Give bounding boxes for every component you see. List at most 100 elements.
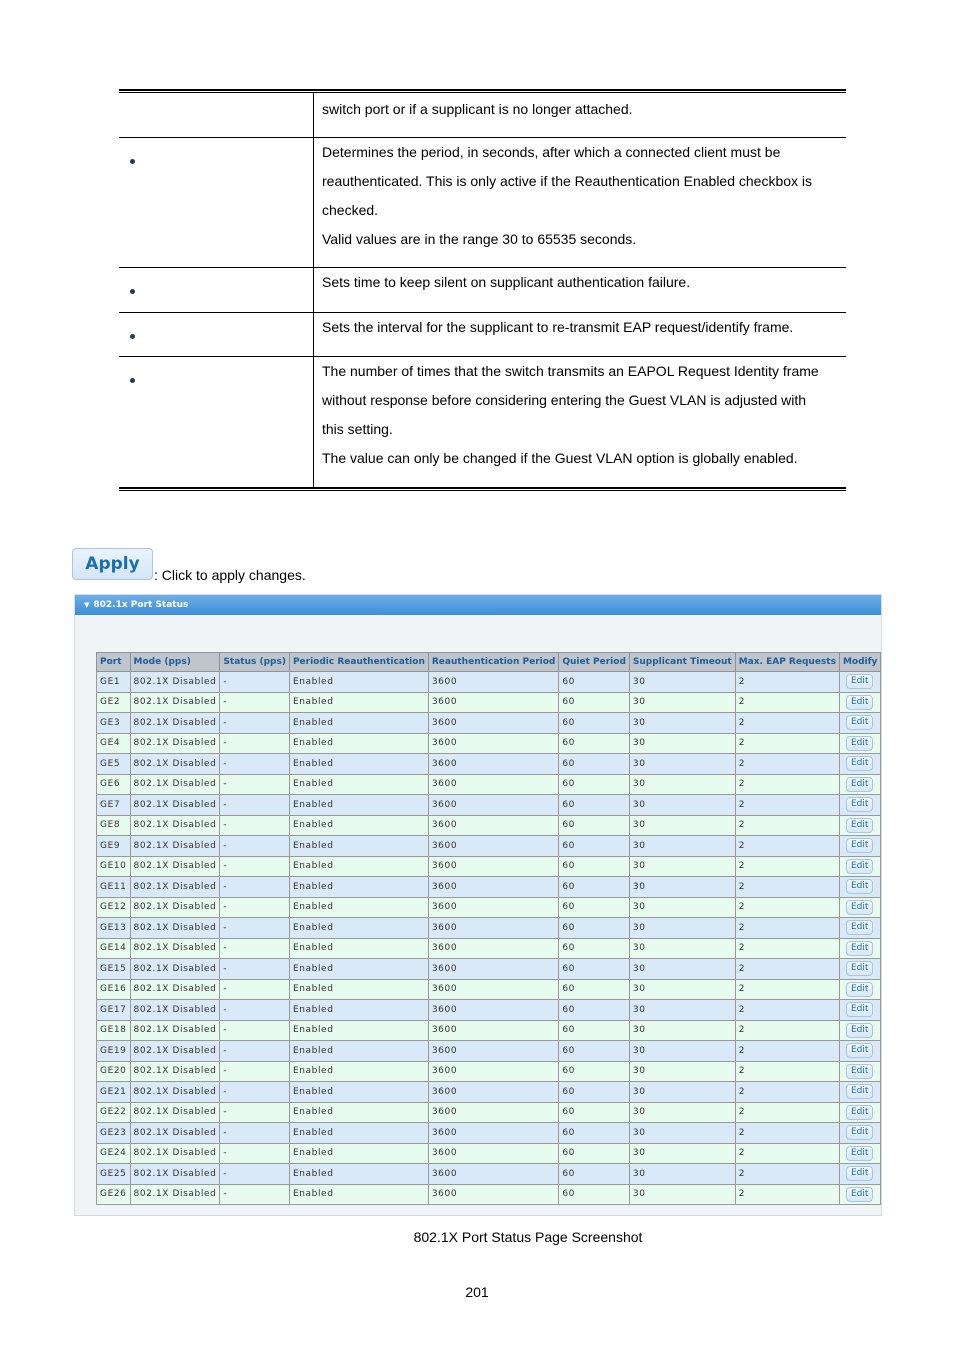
table-row: GE19 802.1X Disabled - Enabled 3600 60 30 2 Edit: [96, 1040, 882, 1062]
table-cell: GE13: [96, 917, 131, 939]
edit-button[interactable]: Edit: [845, 715, 874, 731]
table-cell: -: [219, 1163, 290, 1185]
table-cell: 30: [628, 1060, 736, 1082]
parameter-cell: [119, 93, 314, 137]
table-cell: 2: [734, 1019, 840, 1041]
table-cell: GE8: [96, 814, 131, 836]
edit-button[interactable]: Edit: [845, 1186, 874, 1202]
edit-button[interactable]: Edit: [845, 1002, 874, 1018]
column-header[interactable]: Port: [96, 652, 131, 672]
table-cell: -: [219, 753, 290, 775]
table-cell: 2: [734, 937, 840, 959]
table-cell: 802.1X Disabled: [129, 691, 221, 713]
column-header[interactable]: Supplicant Timeout: [628, 652, 736, 672]
description-line: switch port or if a supplicant is no lon…: [322, 101, 633, 117]
edit-button[interactable]: Edit: [845, 1104, 874, 1120]
table-cell: 2: [734, 958, 840, 980]
table-row: GE11 802.1X Disabled - Enabled 3600 60 30 2 Edit: [96, 876, 882, 898]
table-cell: 802.1X Disabled: [129, 917, 221, 939]
table-cell: 60: [558, 876, 630, 898]
table-cell: 3600: [427, 712, 560, 734]
edit-button[interactable]: Edit: [845, 1084, 874, 1100]
edit-button[interactable]: Edit: [845, 674, 874, 690]
column-header[interactable]: Max. EAP Requests: [734, 652, 840, 672]
modify-cell: Edit: [838, 671, 882, 693]
edit-button[interactable]: Edit: [845, 776, 874, 792]
edit-button[interactable]: Edit: [845, 879, 874, 895]
edit-button[interactable]: Edit: [845, 1145, 874, 1161]
table-cell: 3600: [427, 1040, 560, 1062]
table-cell: GE10: [96, 855, 131, 877]
edit-button[interactable]: Edit: [845, 838, 874, 854]
table-cell: -: [219, 917, 290, 939]
edit-button[interactable]: Edit: [845, 1043, 874, 1059]
table-cell: 2: [734, 773, 840, 795]
table-cell: -: [219, 1060, 290, 1082]
edit-button[interactable]: Edit: [845, 1125, 874, 1141]
table-cell: 3600: [427, 732, 560, 754]
edit-button[interactable]: Edit: [845, 981, 874, 997]
description-line: Sets time to keep silent on supplicant a…: [322, 274, 691, 290]
edit-button[interactable]: Edit: [845, 940, 874, 956]
table-cell: 2: [734, 917, 840, 939]
edit-button[interactable]: Edit: [845, 797, 874, 813]
table-cell: 3600: [427, 876, 560, 898]
table-cell: Enabled: [288, 917, 429, 939]
column-header[interactable]: Reauthentication Period: [427, 652, 560, 672]
table-cell: 60: [558, 753, 630, 775]
apply-description: : Click to apply changes.: [154, 567, 306, 583]
description-cell: Sets time to keep silent on supplicant a…: [322, 268, 840, 297]
table-cell: Enabled: [288, 671, 429, 693]
column-header[interactable]: Quiet Period: [558, 652, 630, 672]
table-row: GE4 802.1X Disabled - Enabled 3600 60 30 2 Edit: [96, 732, 882, 754]
edit-button[interactable]: Edit: [845, 1063, 874, 1079]
table-cell: Enabled: [288, 1060, 429, 1082]
table-cell: 30: [628, 896, 736, 918]
edit-button[interactable]: Edit: [845, 961, 874, 977]
table-cell: Enabled: [288, 896, 429, 918]
edit-button[interactable]: Edit: [845, 1022, 874, 1038]
column-header[interactable]: Mode (pps): [129, 652, 221, 672]
modify-cell: Edit: [838, 712, 882, 734]
modify-cell: Edit: [838, 999, 882, 1021]
table-cell: 802.1X Disabled: [129, 773, 221, 795]
table-cell: GE16: [96, 978, 131, 1000]
table-cell: GE12: [96, 896, 131, 918]
edit-button[interactable]: Edit: [845, 858, 874, 874]
table-cell: 802.1X Disabled: [129, 794, 221, 816]
table-cell: 60: [558, 814, 630, 836]
edit-button[interactable]: Edit: [845, 1166, 874, 1182]
table-cell: Enabled: [288, 712, 429, 734]
edit-button[interactable]: Edit: [845, 735, 874, 751]
table-cell: -: [219, 999, 290, 1021]
table-cell: 30: [628, 712, 736, 734]
table-cell: 30: [628, 814, 736, 836]
modify-cell: Edit: [838, 753, 882, 775]
bullet-icon: [130, 378, 135, 383]
edit-button[interactable]: Edit: [845, 694, 874, 710]
table-row: GE14 802.1X Disabled - Enabled 3600 60 30 2 Edit: [96, 937, 882, 959]
table-cell: 60: [558, 671, 630, 693]
table-cell: 3600: [427, 937, 560, 959]
edit-button[interactable]: Edit: [845, 899, 874, 915]
edit-button[interactable]: Edit: [845, 756, 874, 772]
panel-header[interactable]: ▼ 802.1x Port Status: [75, 595, 881, 615]
column-header[interactable]: Status (pps): [219, 652, 290, 672]
column-header[interactable]: Modify: [838, 652, 882, 672]
table-cell: 802.1X Disabled: [129, 1101, 221, 1123]
apply-button[interactable]: Apply: [72, 548, 153, 580]
table-cell: 2: [734, 753, 840, 775]
triangle-down-icon[interactable]: ▼: [84, 595, 89, 615]
edit-button[interactable]: Edit: [845, 817, 874, 833]
column-header[interactable]: Periodic Reauthentication: [288, 652, 429, 672]
table-cell: 3600: [427, 1060, 560, 1082]
table-cell: GE4: [96, 732, 131, 754]
modify-cell: Edit: [838, 1040, 882, 1062]
table-cell: 3600: [427, 1122, 560, 1144]
table-cell: GE19: [96, 1040, 131, 1062]
edit-button[interactable]: Edit: [845, 920, 874, 936]
table-cell: 60: [558, 1101, 630, 1123]
table-row: GE8 802.1X Disabled - Enabled 3600 60 30 2 Edit: [96, 814, 882, 836]
table-cell: 802.1X Disabled: [129, 732, 221, 754]
table-row: GE17 802.1X Disabled - Enabled 3600 60 30 2 Edit: [96, 999, 882, 1021]
